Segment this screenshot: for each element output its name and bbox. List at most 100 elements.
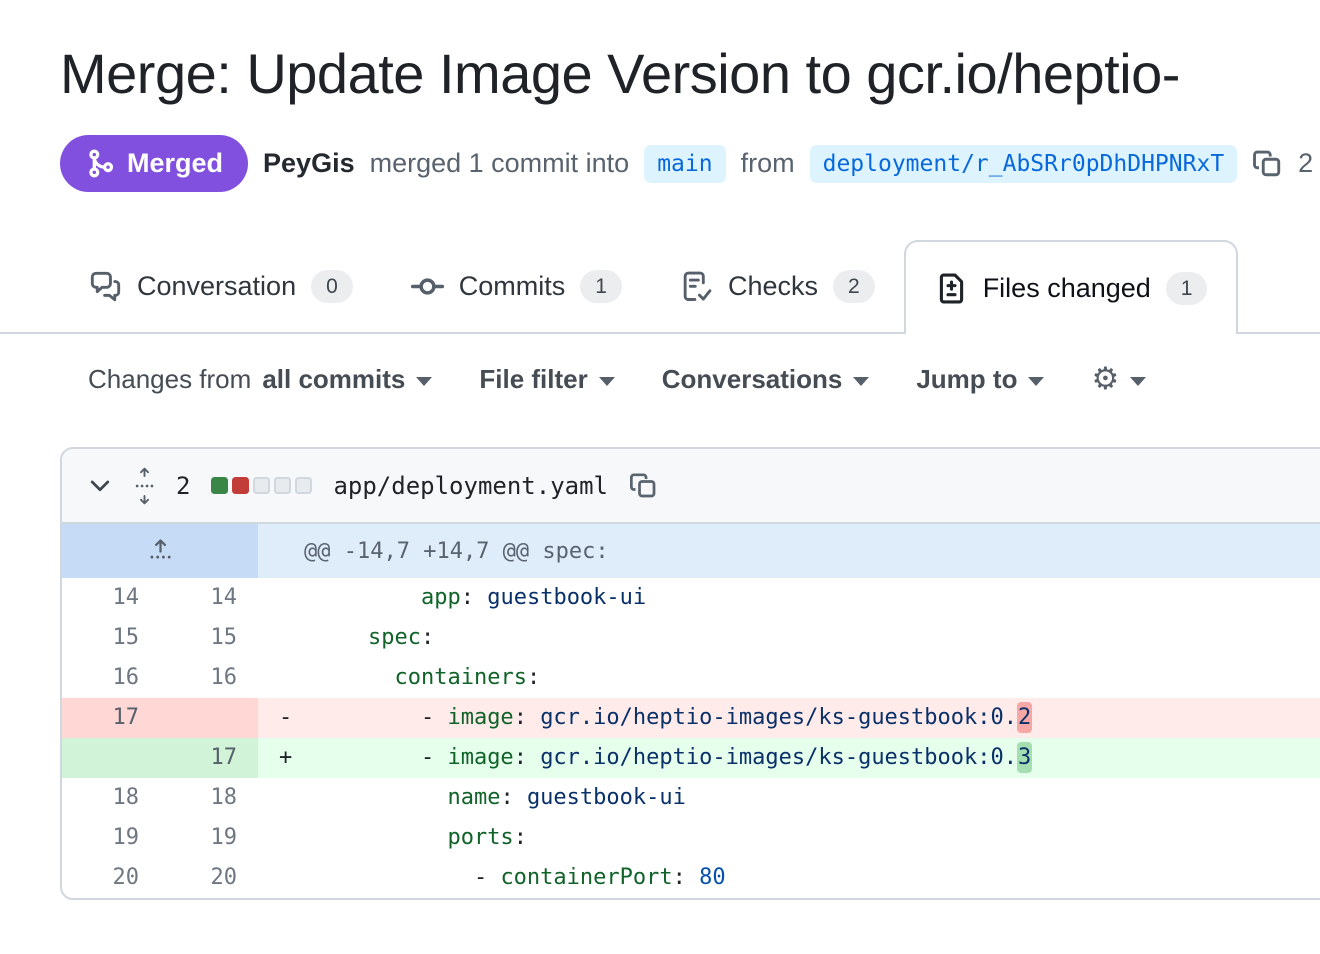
new-line-number[interactable] (160, 698, 258, 738)
copy-branch-button[interactable] (1252, 148, 1283, 179)
status-badge: Merged (60, 135, 248, 192)
code-line: spec: (315, 618, 1320, 658)
code-line: app: guestbook-ui (315, 578, 1320, 618)
diff-row: 17 - - image: gcr.io/heptio-images/ks-gue… (62, 698, 1320, 738)
chevron-down-icon (599, 377, 615, 386)
old-line-number[interactable] (62, 738, 160, 778)
code-line: - containerPort: 80 (315, 858, 1320, 898)
page-title: Merge: Update Image Version to gcr.io/he… (60, 40, 1320, 107)
tab-conversation[interactable]: Conversation 0 (60, 240, 382, 332)
merge-summary-text: merged 1 commit into (370, 148, 630, 179)
diffstat-square-neutral (274, 477, 291, 494)
jump-to-dropdown[interactable]: Jump to (916, 364, 1044, 395)
diffstat-square-neutral (295, 477, 312, 494)
conversations-dropdown[interactable]: Conversations (662, 364, 870, 395)
diffstat-square-deletion (232, 477, 249, 494)
diffstat-square-neutral (253, 477, 270, 494)
new-line-number[interactable]: 19 (160, 818, 258, 858)
tab-counter: 0 (311, 270, 353, 303)
git-commit-icon (411, 270, 444, 303)
changes-from-label: Changes from (88, 364, 251, 395)
diff-marker (258, 618, 315, 658)
base-branch-link[interactable]: main (644, 145, 725, 183)
tab-checks[interactable]: Checks 2 (651, 240, 904, 332)
merge-summary: Merged PeyGis merged 1 commit into main … (60, 135, 1320, 192)
code-line: containers: (315, 658, 1320, 698)
old-line-number[interactable]: 18 (62, 778, 160, 818)
code-line: name: guestbook-ui (315, 778, 1320, 818)
diff-row: 1616 containers: (62, 658, 1320, 698)
diff-marker (258, 578, 315, 618)
chevron-down-icon (1130, 377, 1146, 386)
file-filter-dropdown[interactable]: File filter (479, 364, 614, 395)
chevron-down-icon (416, 377, 432, 386)
chevron-down-icon (853, 377, 869, 386)
old-line-number[interactable]: 19 (62, 818, 160, 858)
new-line-number[interactable]: 15 (160, 618, 258, 658)
diff-marker (258, 778, 315, 818)
tab-files-changed[interactable]: Files changed 1 (904, 240, 1239, 334)
status-badge-label: Merged (127, 148, 223, 179)
new-line-number[interactable]: 18 (160, 778, 258, 818)
tab-counter: 1 (580, 270, 622, 303)
diff-row: 1515 spec: (62, 618, 1320, 658)
diff-marker: + (258, 738, 315, 778)
head-branch-link[interactable]: deployment/r_AbSRr0pDhDHPNRxT (810, 145, 1238, 183)
author-link[interactable]: PeyGis (263, 148, 355, 179)
new-line-number[interactable]: 20 (160, 858, 258, 898)
diff-row: 1919 ports: (62, 818, 1320, 858)
diff-rows: 1414 app: guestbook-ui1515 spec:1616 con… (62, 578, 1320, 898)
jump-to-label: Jump to (916, 364, 1017, 395)
tab-label: Files changed (983, 273, 1151, 304)
drag-handle-icon[interactable] (134, 467, 155, 505)
expand-up-icon (147, 536, 174, 566)
old-line-number[interactable]: 16 (62, 658, 160, 698)
tab-label: Checks (728, 271, 818, 302)
tab-counter: 1 (1166, 272, 1208, 305)
code-line: - image: gcr.io/heptio-images/ks-guestbo… (315, 738, 1320, 778)
copy-path-button[interactable] (629, 471, 658, 500)
diff-row: 1414 app: guestbook-ui (62, 578, 1320, 618)
code-line: - image: gcr.io/heptio-images/ks-guestbo… (315, 698, 1320, 738)
git-merge-icon (85, 148, 116, 179)
tab-bar: Conversation 0 Commits1 Checks 2 Files change… (0, 240, 1320, 334)
tab-counter: 2 (833, 270, 875, 303)
checklist-icon (680, 270, 713, 303)
code-line: ports: (315, 818, 1320, 858)
diff-marker (258, 818, 315, 858)
merged-time-link[interactable]: 2 m (1298, 148, 1320, 179)
file-header: 2 app/deployment.yaml (62, 449, 1320, 524)
changes-from-dropdown[interactable]: Changes from all commits (88, 364, 432, 395)
hunk-header-text: @@ -14,7 +14,7 @@ spec: (258, 524, 1320, 578)
diff-row: 1818 name: guestbook-ui (62, 778, 1320, 818)
old-line-number[interactable]: 15 (62, 618, 160, 658)
diff-row: 2020 - containerPort: 80 (62, 858, 1320, 898)
file-path[interactable]: app/deployment.yaml (333, 472, 608, 500)
hunk-row: @@ -14,7 +14,7 @@ spec: (62, 524, 1320, 578)
new-line-number[interactable]: 16 (160, 658, 258, 698)
expand-hunk-button[interactable] (62, 524, 258, 578)
new-line-number[interactable]: 14 (160, 578, 258, 618)
diff-row: 17+ - image: gcr.io/heptio-images/ks-gue… (62, 738, 1320, 778)
conversations-label: Conversations (662, 364, 843, 395)
tab-commits[interactable]: Commits1 (382, 240, 651, 332)
file-diff-icon (935, 272, 968, 305)
diffstat-square-addition (211, 477, 228, 494)
diff-marker (258, 858, 315, 898)
new-line-number[interactable]: 17 (160, 738, 258, 778)
collapse-file-button[interactable] (87, 473, 113, 499)
diff-marker: - (258, 698, 315, 738)
tab-label: Conversation (137, 271, 296, 302)
diff-toolbar: Changes from all commits File filter Con… (88, 364, 1320, 395)
diffstat-squares (211, 477, 312, 494)
old-line-number[interactable]: 14 (62, 578, 160, 618)
chevron-down-icon (1028, 377, 1044, 386)
changed-lines-count: 2 (176, 472, 190, 500)
file-filter-label: File filter (479, 364, 587, 395)
changes-from-value: all commits (262, 364, 405, 395)
comment-discussion-icon (89, 270, 122, 303)
old-line-number[interactable]: 17 (62, 698, 160, 738)
old-line-number[interactable]: 20 (62, 858, 160, 898)
diff-settings-dropdown[interactable]: ⚙ (1091, 364, 1146, 395)
file-diff-card: 2 app/deployment.yaml @@ -14,7 +14,7 @@ … (60, 447, 1320, 900)
